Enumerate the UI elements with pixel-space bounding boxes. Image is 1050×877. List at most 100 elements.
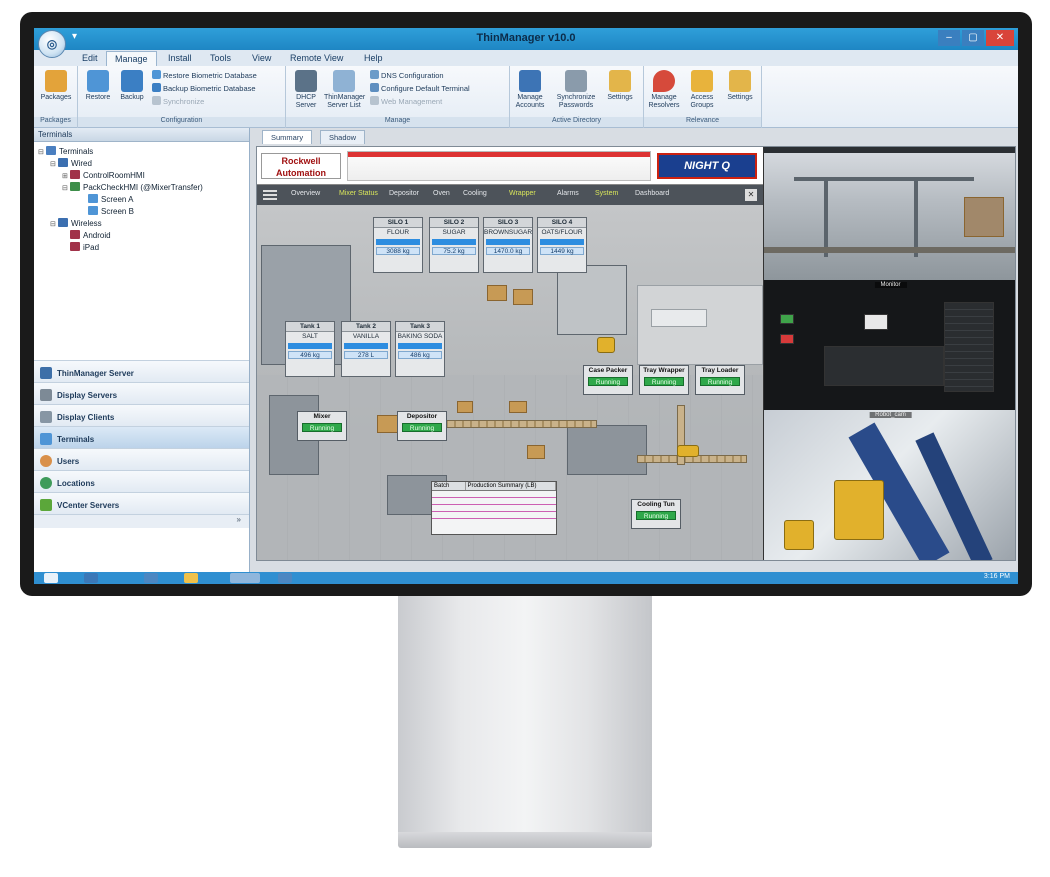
tree-node[interactable]: ⊞ ControlRoomHMI — [38, 170, 245, 182]
tree-node[interactable]: ⊟ Wireless — [38, 218, 245, 230]
robot-body — [784, 520, 814, 550]
station-status-depositor[interactable]: Depositor Running — [397, 411, 447, 441]
camera-status-tile — [944, 302, 994, 392]
terminal-icon — [370, 83, 379, 92]
tab-summary[interactable]: Summary — [262, 130, 313, 144]
tree-node[interactable]: iPad — [38, 242, 245, 254]
tree-node[interactable]: ⊟ Wired — [38, 158, 245, 170]
close-button[interactable]: ✕ — [986, 30, 1014, 46]
relevance-settings-button[interactable]: Settings — [724, 70, 756, 102]
taskbar: 3:16 PM — [34, 572, 1018, 584]
silo-panel[interactable]: SILO 2 SUGAR 75.2 kg — [429, 217, 479, 273]
hmi-nav-item[interactable]: Mixer Status — [339, 190, 378, 197]
nav-item-display-servers[interactable]: Display Servers — [34, 382, 249, 404]
tab-view[interactable]: View — [244, 51, 279, 66]
silo-panel[interactable]: SILO 3 BROWNSUGAR 1470.0 kg — [483, 217, 533, 273]
app-menu-button[interactable]: ◎ — [38, 30, 66, 58]
tank-level-bar — [288, 343, 332, 349]
ad-settings-button[interactable]: Settings — [604, 70, 636, 102]
hmi-nav-item[interactable]: Cooling — [463, 190, 487, 197]
folder-icon[interactable] — [184, 573, 198, 583]
packages-button[interactable]: Packages — [40, 70, 72, 102]
dns-configuration-button[interactable]: DNS Configuration — [370, 70, 444, 81]
silo-panel[interactable]: SILO 1 FLOUR 3088 kg — [373, 217, 423, 273]
camera-feed-robot[interactable]: Robot_cam — [763, 410, 1015, 560]
hmi-nav-item[interactable]: Alarms — [557, 190, 579, 197]
ribbon-group-label: Manage — [286, 117, 509, 127]
screen-icon — [88, 206, 98, 215]
station-status-tray-loader[interactable]: Tray Loader Running — [695, 365, 745, 395]
thinmanager-taskbar-icon[interactable] — [230, 573, 260, 583]
nav-item-vcenter-servers[interactable]: VCenter Servers — [34, 492, 249, 514]
tank-panel[interactable]: Tank 1 SALT 496 kg — [285, 321, 335, 377]
nav-item-locations[interactable]: Locations — [34, 470, 249, 492]
tree-node[interactable]: Android — [38, 230, 245, 242]
restore-button[interactable]: Restore — [82, 70, 114, 102]
tab-tools[interactable]: Tools — [202, 51, 239, 66]
hmi-nav-item[interactable]: Depositor — [389, 190, 419, 197]
manage-accounts-button[interactable]: Manage Accounts — [514, 70, 546, 110]
tank-panel[interactable]: Tank 3 BAKING SODA 486 kg — [395, 321, 445, 377]
manage-resolvers-button[interactable]: Manage Resolvers — [648, 70, 680, 110]
web-icon — [370, 96, 379, 105]
nav-item-thinmanager-server[interactable]: ThinManager Server — [34, 360, 249, 382]
station-status-tray-wrapper[interactable]: Tray Wrapper Running — [639, 365, 689, 395]
explorer-icon[interactable] — [144, 573, 158, 583]
tab-install[interactable]: Install — [160, 51, 200, 66]
configure-default-terminal-button[interactable]: Configure Default Terminal — [370, 83, 470, 94]
maximize-button[interactable]: ▢ — [962, 30, 984, 46]
thinmanager-server-list-button[interactable]: ThinManager Server List — [324, 70, 365, 110]
hmi-nav-item[interactable]: Oven — [433, 190, 450, 197]
hmi-nav-item[interactable]: Wrapper — [509, 190, 536, 197]
oven-machine — [567, 425, 647, 475]
hmi-nav-item[interactable]: Dashboard — [635, 190, 669, 197]
tank-level-bar — [344, 343, 388, 349]
nav-item-display-clients[interactable]: Display Clients — [34, 404, 249, 426]
nav-item-users[interactable]: Users — [34, 448, 249, 470]
station-status-mixer[interactable]: Mixer Running — [297, 411, 347, 441]
tab-shadow[interactable]: Shadow — [320, 130, 366, 144]
nav-footer-chevron-icon[interactable]: » — [34, 514, 249, 528]
tree-node[interactable]: ⊟ Terminals — [38, 146, 245, 158]
tree-node[interactable]: ⊟ PackCheckHMI (@MixerTransfer) — [38, 182, 245, 194]
start-icon[interactable] — [44, 573, 58, 583]
camera-label: Monitor — [874, 282, 907, 288]
synchronize-passwords-button[interactable]: Synchronize Passwords — [554, 70, 598, 110]
silo-level-bar — [540, 239, 584, 245]
tree-node[interactable]: Screen B — [38, 206, 245, 218]
app-icon[interactable] — [278, 573, 292, 583]
tab-manage[interactable]: Manage — [106, 51, 157, 66]
station-status-case-packer[interactable]: Case Packer Running — [583, 365, 633, 395]
hamburger-menu-icon[interactable] — [263, 190, 277, 200]
powershell-icon[interactable] — [84, 573, 98, 583]
alarm-banner[interactable] — [347, 151, 651, 181]
ribbon-group-manage: DHCP Server ThinManager Server List DNS … — [286, 66, 510, 128]
tab-help[interactable]: Help — [356, 51, 391, 66]
backup-biometric-db-button[interactable]: Backup Biometric Database — [152, 83, 256, 94]
synchronize-button[interactable]: Synchronize — [152, 96, 204, 107]
camera-feed-monitor[interactable]: Monitor — [763, 280, 1015, 410]
access-groups-button[interactable]: Access Groups — [686, 70, 718, 110]
minimize-button[interactable]: – — [938, 30, 960, 46]
tree-node[interactable]: Screen A — [38, 194, 245, 206]
restore-biometric-db-button[interactable]: Restore Biometric Database — [152, 70, 257, 81]
tab-edit[interactable]: Edit — [74, 51, 106, 66]
station-status-cooling-tun[interactable]: Cooling Tun Running — [631, 499, 681, 529]
web-management-button[interactable]: Web Management — [370, 96, 442, 107]
camera-feed-warehouse[interactable] — [763, 147, 1015, 280]
dhcp-server-button[interactable]: DHCP Server — [290, 70, 322, 110]
production-summary-table[interactable]: Batch Production Summary (LB) — [431, 481, 557, 535]
tab-remote-view[interactable]: Remote View — [282, 51, 351, 66]
backup-button[interactable]: Backup — [116, 70, 148, 102]
ribbon: Packages Packages Restore Backup Restore… — [34, 66, 1018, 128]
nav-item-terminals[interactable]: Terminals — [34, 426, 249, 448]
user-icon — [40, 455, 52, 467]
hmi-nav-item[interactable]: Overview — [291, 190, 320, 197]
close-icon[interactable]: ✕ — [745, 189, 757, 201]
ribbon-group-label: Configuration — [78, 117, 285, 127]
terminal-icon — [70, 230, 80, 239]
hmi-nav-item[interactable]: System — [595, 190, 618, 197]
silo-panel[interactable]: SILO 4 OATS/FLOUR 1449 kg — [537, 217, 587, 273]
tank-panel[interactable]: Tank 2 VANILLA 278 L — [341, 321, 391, 377]
group-icon — [58, 158, 68, 167]
